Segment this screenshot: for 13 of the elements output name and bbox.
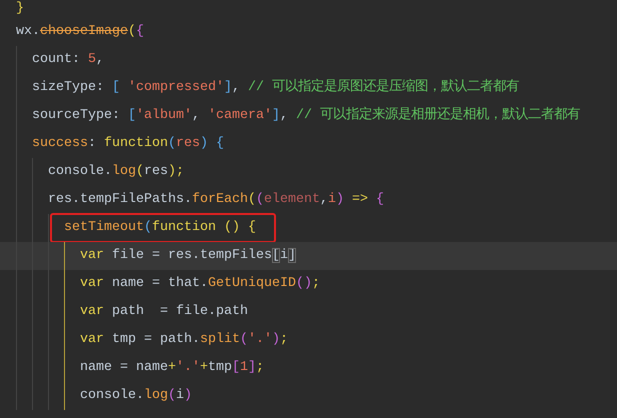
code-line: wx.chooseImage({ <box>16 23 144 41</box>
code-line: res.tempFilePaths.forEach((element,i) => { <box>48 191 384 209</box>
code-line: var name = that.GetUniqueID(); <box>80 275 320 293</box>
code-line: var tmp = path.split('.'); <box>80 331 288 349</box>
code-line: } <box>16 0 24 18</box>
code-line: console.log(i) <box>80 387 192 405</box>
code-line: console.log(res); <box>48 163 184 181</box>
code-line: var path = file.path <box>80 303 248 321</box>
code-line: sizeType: [ 'compressed'], // 可以指定是原图还是压缩图，默认二者都有 <box>32 79 519 97</box>
code-line: count: 5, <box>32 51 104 69</box>
code-line: sourceType: ['album', 'camera'], // 可以指定来源是相册还是相机，默认二者都有 <box>32 107 580 125</box>
code-line: success: function(res) { <box>32 135 224 153</box>
code-line: name = name+'.'+tmp[1]; <box>80 359 264 377</box>
